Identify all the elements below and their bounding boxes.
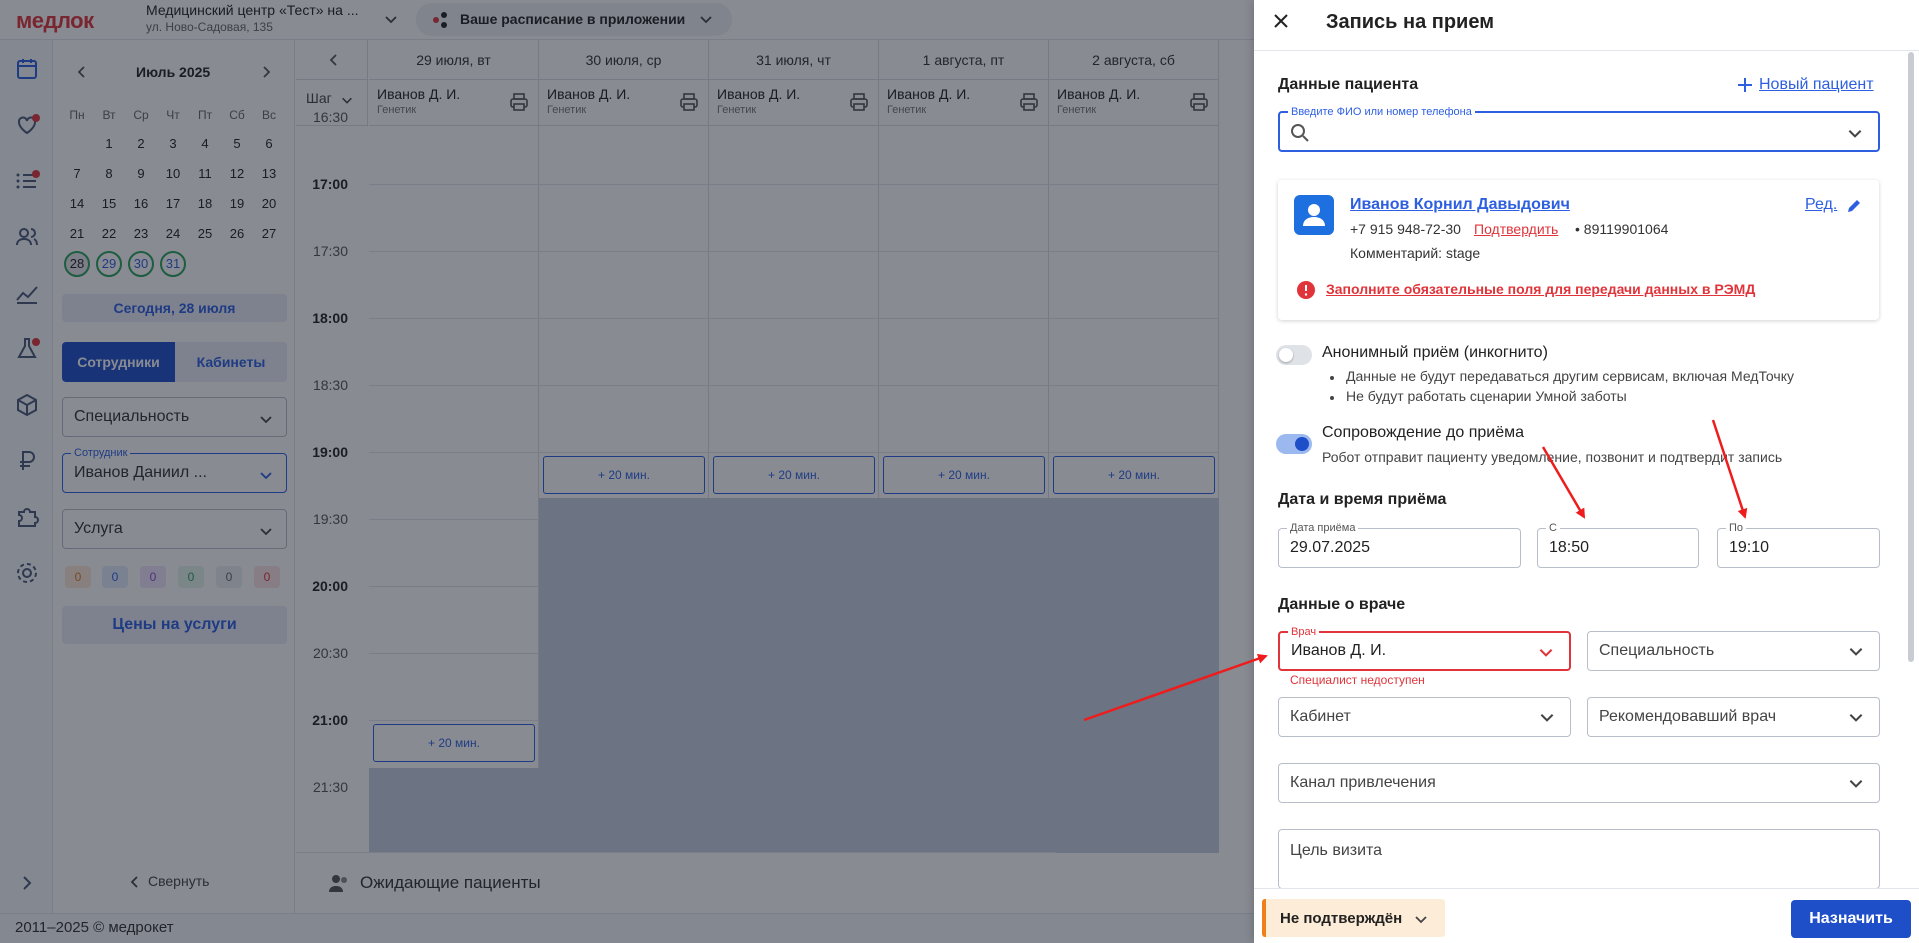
annotation-arrow <box>1083 653 1268 722</box>
annotation-arrow <box>1541 446 1586 519</box>
annotation-arrow <box>1711 419 1748 519</box>
annotation-arrows <box>1083 419 1748 722</box>
